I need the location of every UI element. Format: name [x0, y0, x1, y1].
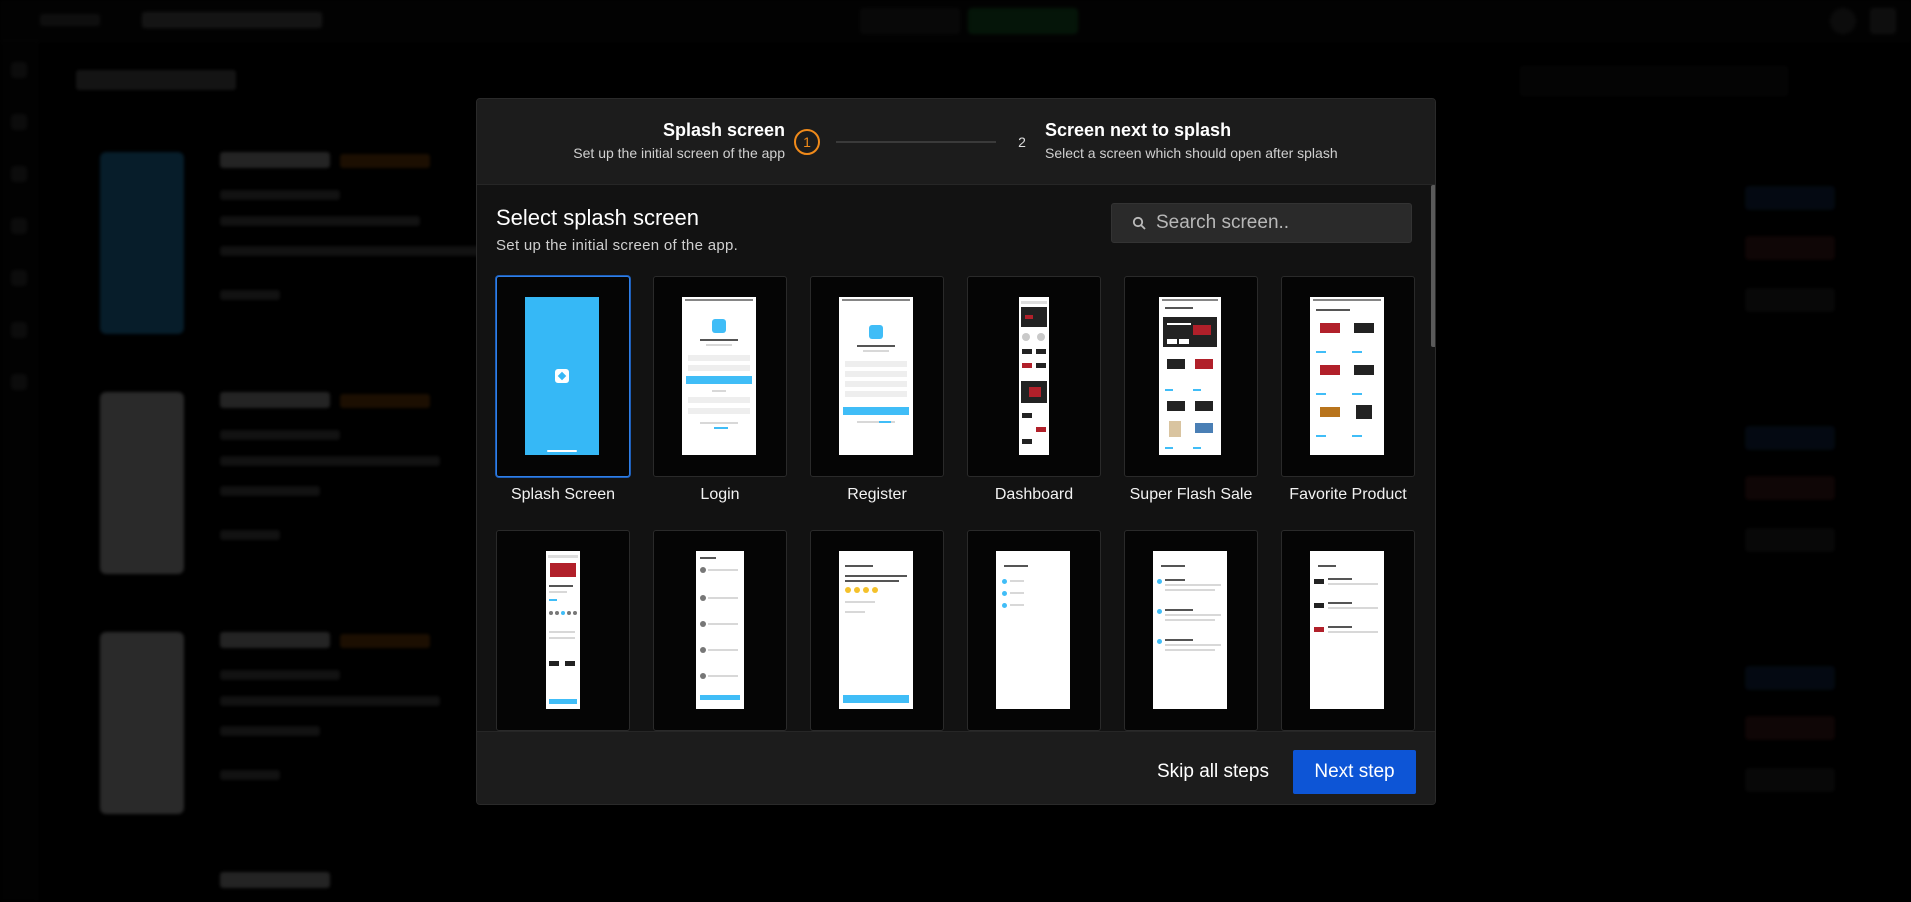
next-step-button[interactable]: Next step: [1293, 750, 1416, 794]
product-detail-thumbnail: [546, 551, 580, 709]
register-thumbnail: [839, 297, 913, 455]
section-title: Select splash screen: [496, 205, 699, 230]
super-flash-sale-thumbnail: [1159, 297, 1221, 455]
screen-card-register[interactable]: [810, 276, 944, 477]
search-input[interactable]: [1156, 212, 1396, 234]
screen-card-label: Favorite Product: [1289, 486, 1407, 503]
step-2-subtitle: Select a screen which should open after …: [1045, 145, 1338, 161]
screen-card-notification-feed[interactable]: [1281, 530, 1415, 731]
screen-card-super-flash-sale[interactable]: [1124, 276, 1258, 477]
stepper: Splash screen Set up the initial screen …: [477, 99, 1435, 185]
setup-modal: Splash screen Set up the initial screen …: [476, 98, 1436, 805]
step-2-title: Screen next to splash: [1045, 120, 1232, 140]
step-2-number: 2: [1018, 134, 1026, 150]
modal-scrollbar[interactable]: [1431, 185, 1435, 347]
screen-card-review[interactable]: [653, 530, 787, 731]
screen-picker: Select splash screen Set up the initial …: [477, 185, 1435, 731]
notification-offer-thumbnail: [1153, 551, 1227, 709]
screen-card-label: Login: [700, 486, 740, 503]
search-box: [1111, 203, 1412, 243]
step-connector: [836, 141, 996, 143]
screen-card-notification-offer[interactable]: [1124, 530, 1258, 731]
screen-card-label: Dashboard: [994, 486, 1074, 503]
screen-card-write-review[interactable]: [810, 530, 944, 731]
step-1-subtitle: Set up the initial screen of the app: [573, 145, 785, 161]
screen-card-notification[interactable]: [967, 530, 1101, 731]
skip-all-steps-button[interactable]: Skip all steps: [1145, 750, 1281, 794]
review-thumbnail: [696, 551, 744, 709]
write-review-thumbnail: [839, 551, 913, 709]
dashboard-thumbnail: [1019, 297, 1049, 455]
favorite-product-thumbnail: [1310, 297, 1384, 455]
search-icon: [1132, 216, 1146, 230]
notification-feed-thumbnail: [1310, 551, 1384, 709]
screen-card-dashboard[interactable]: [967, 276, 1101, 477]
screen-card-label: Super Flash Sale: [1129, 486, 1253, 503]
step-1: Splash screen Set up the initial screen …: [573, 119, 785, 161]
screen-card-login[interactable]: [653, 276, 787, 477]
screen-card-splash-screen[interactable]: [496, 276, 630, 477]
step-1-title: Splash screen: [662, 120, 785, 140]
splash-screen-thumbnail: [525, 297, 599, 455]
screen-card-label: Register: [847, 486, 907, 503]
notification-thumbnail: [996, 551, 1070, 709]
modal-footer: Skip all steps Next step: [477, 731, 1435, 804]
screen-card-favorite-product[interactable]: [1281, 276, 1415, 477]
step-2: Screen next to splash Select a screen wh…: [1045, 119, 1338, 161]
screen-card-product-detail[interactable]: [496, 530, 630, 731]
section-subtitle: Set up the initial screen of the app.: [496, 237, 739, 254]
login-thumbnail: [682, 297, 756, 455]
step-1-number: 1: [794, 129, 820, 155]
screen-card-label: Splash Screen: [510, 486, 616, 503]
